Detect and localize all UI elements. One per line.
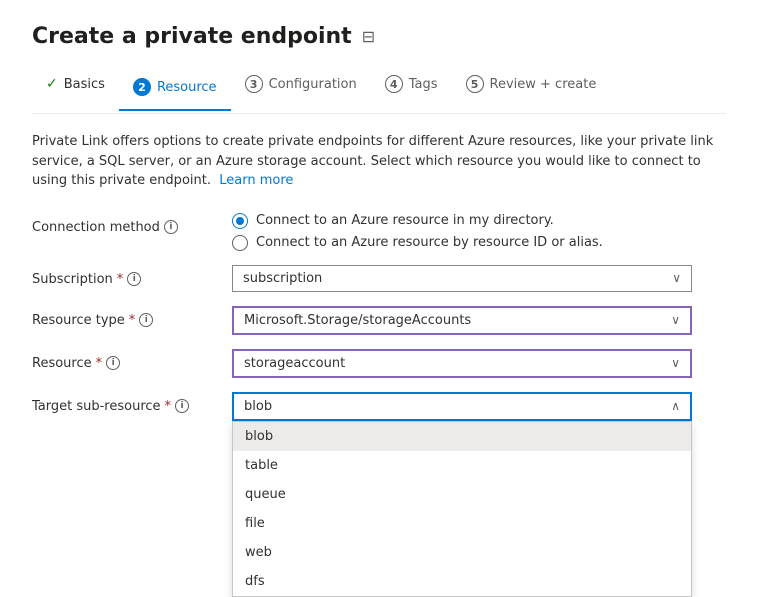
resource-chevron-icon: ∨ — [671, 356, 680, 370]
connection-method-controls: Connect to an Azure resource in my direc… — [232, 213, 726, 251]
subscription-required-star: * — [117, 272, 124, 287]
step-configuration[interactable]: 3 Configuration — [231, 69, 371, 99]
connection-method-row: Connection method i Connect to an Azure … — [32, 213, 726, 251]
target-sub-resource-info-icon[interactable]: i — [175, 399, 189, 413]
subscription-info-icon[interactable]: i — [127, 272, 141, 286]
title-row: Create a private endpoint ⊟ — [32, 24, 726, 49]
resource-value: storageaccount — [244, 356, 345, 371]
subscription-label-text: Subscription — [32, 272, 113, 287]
target-sub-resource-chevron-icon: ∧ — [671, 399, 680, 413]
description-text: Private Link offers options to create pr… — [32, 132, 726, 191]
resource-control: storageaccount ∨ — [232, 349, 692, 378]
resource-type-chevron-icon: ∨ — [671, 313, 680, 327]
step-review-badge: 5 — [466, 75, 484, 93]
subscription-control: subscription ∨ — [232, 265, 692, 292]
radio-resource-id-label: Connect to an Azure resource by resource… — [256, 235, 603, 250]
radio-resource-id[interactable]: Connect to an Azure resource by resource… — [232, 235, 726, 251]
menu-item-dfs[interactable]: dfs — [233, 567, 691, 596]
resource-required-star: * — [96, 356, 103, 371]
target-sub-resource-label-text: Target sub-resource — [32, 399, 161, 414]
connection-method-label-text: Connection method — [32, 220, 160, 235]
subscription-value: subscription — [243, 271, 322, 286]
menu-item-file[interactable]: file — [233, 509, 691, 538]
menu-item-blob[interactable]: blob — [233, 422, 691, 451]
step-configuration-label: Configuration — [269, 77, 357, 92]
target-sub-resource-menu: blob table queue file web dfs — [232, 421, 692, 597]
step-tags-label: Tags — [409, 77, 438, 92]
page-title: Create a private endpoint — [32, 24, 352, 49]
learn-more-link[interactable]: Learn more — [219, 173, 293, 188]
radio-directory-label: Connect to an Azure resource in my direc… — [256, 213, 554, 228]
description-body: Private Link offers options to create pr… — [32, 134, 713, 188]
subscription-row: Subscription * i subscription ∨ — [32, 265, 726, 292]
menu-item-web[interactable]: web — [233, 538, 691, 567]
resource-info-icon[interactable]: i — [106, 356, 120, 370]
connection-method-info-icon[interactable]: i — [164, 220, 178, 234]
step-resource-badge: 2 — [133, 78, 151, 96]
target-sub-resource-dropdown[interactable]: blob ∧ — [232, 392, 692, 421]
target-sub-resource-value: blob — [244, 399, 272, 414]
step-resource-label: Resource — [157, 80, 217, 95]
resource-row: Resource * i storageaccount ∨ — [32, 349, 726, 378]
resource-type-value: Microsoft.Storage/storageAccounts — [244, 313, 471, 328]
menu-item-queue[interactable]: queue — [233, 480, 691, 509]
radio-group-connection: Connect to an Azure resource in my direc… — [232, 213, 726, 251]
resource-type-info-icon[interactable]: i — [139, 313, 153, 327]
step-basics[interactable]: ✓ Basics — [32, 70, 119, 98]
subscription-label: Subscription * i — [32, 265, 232, 287]
target-sub-resource-row: Target sub-resource * i blob ∧ blob tabl… — [32, 392, 726, 421]
target-sub-resource-label: Target sub-resource * i — [32, 392, 232, 414]
resource-type-label: Resource type * i — [32, 306, 232, 328]
menu-item-table[interactable]: table — [233, 451, 691, 480]
resource-type-required-star: * — [129, 313, 136, 328]
resource-type-label-text: Resource type — [32, 313, 125, 328]
resource-type-row: Resource type * i Microsoft.Storage/stor… — [32, 306, 726, 335]
step-review[interactable]: 5 Review + create — [452, 69, 611, 99]
step-review-label: Review + create — [490, 77, 597, 92]
step-check-icon: ✓ — [46, 76, 58, 92]
resource-dropdown[interactable]: storageaccount ∨ — [232, 349, 692, 378]
step-configuration-badge: 3 — [245, 75, 263, 93]
step-basics-label: Basics — [64, 77, 105, 92]
wizard-steps: ✓ Basics 2 Resource 3 Configuration 4 Ta… — [32, 69, 726, 114]
subscription-dropdown[interactable]: subscription ∨ — [232, 265, 692, 292]
step-resource[interactable]: 2 Resource — [119, 72, 231, 111]
connection-method-label: Connection method i — [32, 213, 232, 235]
target-sub-resource-required-star: * — [165, 399, 172, 414]
subscription-chevron-icon: ∨ — [672, 271, 681, 285]
form-section: Connection method i Connect to an Azure … — [32, 213, 726, 421]
page-container: Create a private endpoint ⊟ ✓ Basics 2 R… — [0, 0, 758, 445]
radio-resource-id-input[interactable] — [232, 235, 248, 251]
resource-type-dropdown[interactable]: Microsoft.Storage/storageAccounts ∨ — [232, 306, 692, 335]
step-tags-badge: 4 — [385, 75, 403, 93]
radio-directory-input[interactable] — [232, 213, 248, 229]
target-sub-resource-control: blob ∧ blob table queue file web dfs — [232, 392, 692, 421]
radio-directory[interactable]: Connect to an Azure resource in my direc… — [232, 213, 726, 229]
resource-type-control: Microsoft.Storage/storageAccounts ∨ — [232, 306, 692, 335]
step-tags[interactable]: 4 Tags — [371, 69, 452, 99]
resource-label: Resource * i — [32, 349, 232, 371]
bookmark-icon[interactable]: ⊟ — [362, 27, 375, 46]
resource-label-text: Resource — [32, 356, 92, 371]
